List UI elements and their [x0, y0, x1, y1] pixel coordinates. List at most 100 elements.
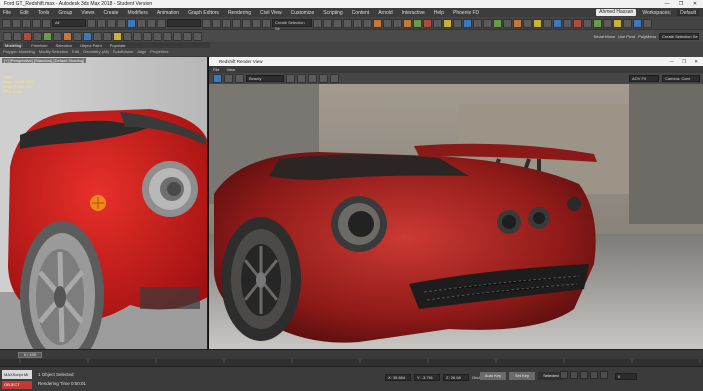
selection-filter-dropdown[interactable]: All: [52, 19, 86, 27]
tab-freeform[interactable]: Freeform: [31, 43, 47, 48]
maximize-button[interactable]: ❐: [677, 1, 685, 7]
panel-geometry[interactable]: Geometry (All): [83, 49, 109, 55]
menu-modifiers[interactable]: Modifiers: [128, 10, 148, 16]
menu-arnold[interactable]: Arnold: [378, 10, 392, 16]
menu-animation[interactable]: Animation: [157, 10, 179, 16]
render-minimize-button[interactable]: —: [670, 59, 675, 65]
render-snapshot-icon[interactable]: [235, 74, 244, 83]
mirror-icon[interactable]: [313, 18, 322, 28]
bind-space-warp-icon[interactable]: [42, 18, 51, 28]
selection-set-dropdown[interactable]: Create Selection Se: [659, 32, 699, 40]
extrude-icon[interactable]: [133, 31, 142, 41]
spinner-snap-icon[interactable]: [252, 18, 261, 28]
align-icon[interactable]: [323, 18, 332, 28]
toggle-ribbon-icon[interactable]: [343, 18, 352, 28]
menu-customize[interactable]: Customize: [291, 10, 315, 16]
freeform-icon[interactable]: [23, 31, 32, 41]
scale-icon[interactable]: [147, 18, 156, 28]
redshift-volume-icon[interactable]: [473, 18, 482, 28]
menu-interactive[interactable]: Interactive: [402, 10, 425, 16]
menu-scripting[interactable]: Scripting: [323, 10, 342, 16]
panel-align[interactable]: Align: [137, 49, 146, 55]
rendered-frame-window-icon[interactable]: [393, 18, 402, 28]
track-bar[interactable]: [0, 359, 703, 366]
move-icon[interactable]: [127, 18, 136, 28]
redshift-camera-icon[interactable]: [483, 18, 492, 28]
unlink-icon[interactable]: [32, 18, 41, 28]
maxscript-listener[interactable]: MAXScript Mi: [2, 370, 32, 379]
tab-populate[interactable]: Populate: [110, 43, 126, 48]
menu-views[interactable]: Views: [81, 10, 94, 16]
redshift-render-icon[interactable]: [413, 18, 422, 28]
redshift-ipr-icon[interactable]: [423, 18, 432, 28]
panel-properties[interactable]: Properties: [150, 49, 168, 55]
next-frame-icon[interactable]: [590, 371, 598, 379]
window-crossing-icon[interactable]: [117, 18, 126, 28]
play-icon[interactable]: [580, 371, 588, 379]
minimize-button[interactable]: —: [663, 1, 671, 7]
graphite-tool-icon[interactable]: [3, 31, 12, 41]
panel-polygon-modeling[interactable]: Polygon Modeling: [3, 49, 35, 55]
phoenix-liquid-icon[interactable]: [563, 18, 572, 28]
camera-dropdown[interactable]: Camera: Cam: [662, 75, 700, 82]
target-weld-icon[interactable]: [183, 31, 192, 41]
close-button[interactable]: ✕: [691, 1, 699, 7]
x-coordinate-field[interactable]: X: 35.664: [385, 374, 411, 381]
smart-move-label[interactable]: Smart Move: [594, 34, 616, 39]
swift-loop-icon[interactable]: [83, 31, 92, 41]
cut-icon[interactable]: [93, 31, 102, 41]
auto-key-button[interactable]: Auto Key: [480, 372, 506, 380]
workspace-icon[interactable]: [643, 18, 652, 28]
tab-object-paint[interactable]: Object Paint: [80, 43, 102, 48]
rectangular-selection-icon[interactable]: [107, 18, 116, 28]
shrink-icon[interactable]: [73, 31, 82, 41]
menu-group[interactable]: Group: [58, 10, 72, 16]
render-setup-icon[interactable]: [383, 18, 392, 28]
named-selection-dropdown[interactable]: Create Selection Se: [272, 19, 312, 31]
arnold-light-icon[interactable]: [593, 18, 602, 28]
phoenix-fire-icon[interactable]: [553, 18, 562, 28]
phoenix-source-icon[interactable]: [573, 18, 582, 28]
maxscript-output[interactable]: OBJECT: [2, 381, 32, 389]
render-save-icon[interactable]: [286, 74, 295, 83]
redshift-proxy-icon[interactable]: [463, 18, 472, 28]
edit-named-selection-icon[interactable]: [262, 18, 271, 28]
render-copy-icon[interactable]: [297, 74, 306, 83]
keyboard-shortcut-icon[interactable]: [212, 18, 221, 28]
polymenu-label[interactable]: PolyMenu: [638, 34, 656, 39]
panel-edit[interactable]: Edit: [72, 49, 79, 55]
redshift-settings-icon[interactable]: [543, 18, 552, 28]
tab-selection[interactable]: Selection: [55, 43, 71, 48]
weld-icon[interactable]: [173, 31, 182, 41]
inset-icon[interactable]: [153, 31, 162, 41]
ring-icon[interactable]: [53, 31, 62, 41]
go-to-end-icon[interactable]: [600, 371, 608, 379]
render-stop-icon[interactable]: [224, 74, 233, 83]
civil-view-icon[interactable]: [623, 18, 632, 28]
redshift-material-icon[interactable]: [513, 18, 522, 28]
undo-icon[interactable]: [2, 18, 11, 28]
render-clear-icon[interactable]: [308, 74, 317, 83]
loop-icon[interactable]: [43, 31, 52, 41]
render-close-button[interactable]: ✕: [694, 59, 698, 65]
quick-slice-icon[interactable]: [103, 31, 112, 41]
tab-modeling[interactable]: Modeling: [3, 43, 24, 48]
schematic-view-icon[interactable]: [363, 18, 372, 28]
selection-tool-icon[interactable]: [33, 31, 42, 41]
perspective-viewport[interactable]: [+] [Perspective] [Standard] [Default Sh…: [0, 57, 208, 349]
aov-dropdown[interactable]: Beauty: [246, 75, 284, 82]
arnold-render-icon[interactable]: [583, 18, 592, 28]
render-image[interactable]: [209, 84, 703, 349]
menu-rendering[interactable]: Rendering: [228, 10, 251, 16]
select-by-name-icon[interactable]: [97, 18, 106, 28]
rotate-icon[interactable]: [137, 18, 146, 28]
object-paint-icon[interactable]: [13, 31, 22, 41]
pivot-icon[interactable]: [202, 18, 211, 28]
workspace-dropdown[interactable]: Default: [677, 9, 699, 16]
y-coordinate-field[interactable]: Y: -3.791: [414, 374, 440, 381]
menu-content[interactable]: Content: [352, 10, 370, 16]
panel-subdivision[interactable]: Subdivision: [113, 49, 133, 55]
user-account-button[interactable]: Ahmed Hassan: [596, 9, 637, 16]
z-coordinate-field[interactable]: Z: 26.08: [443, 374, 469, 381]
bevel-icon[interactable]: [143, 31, 152, 41]
